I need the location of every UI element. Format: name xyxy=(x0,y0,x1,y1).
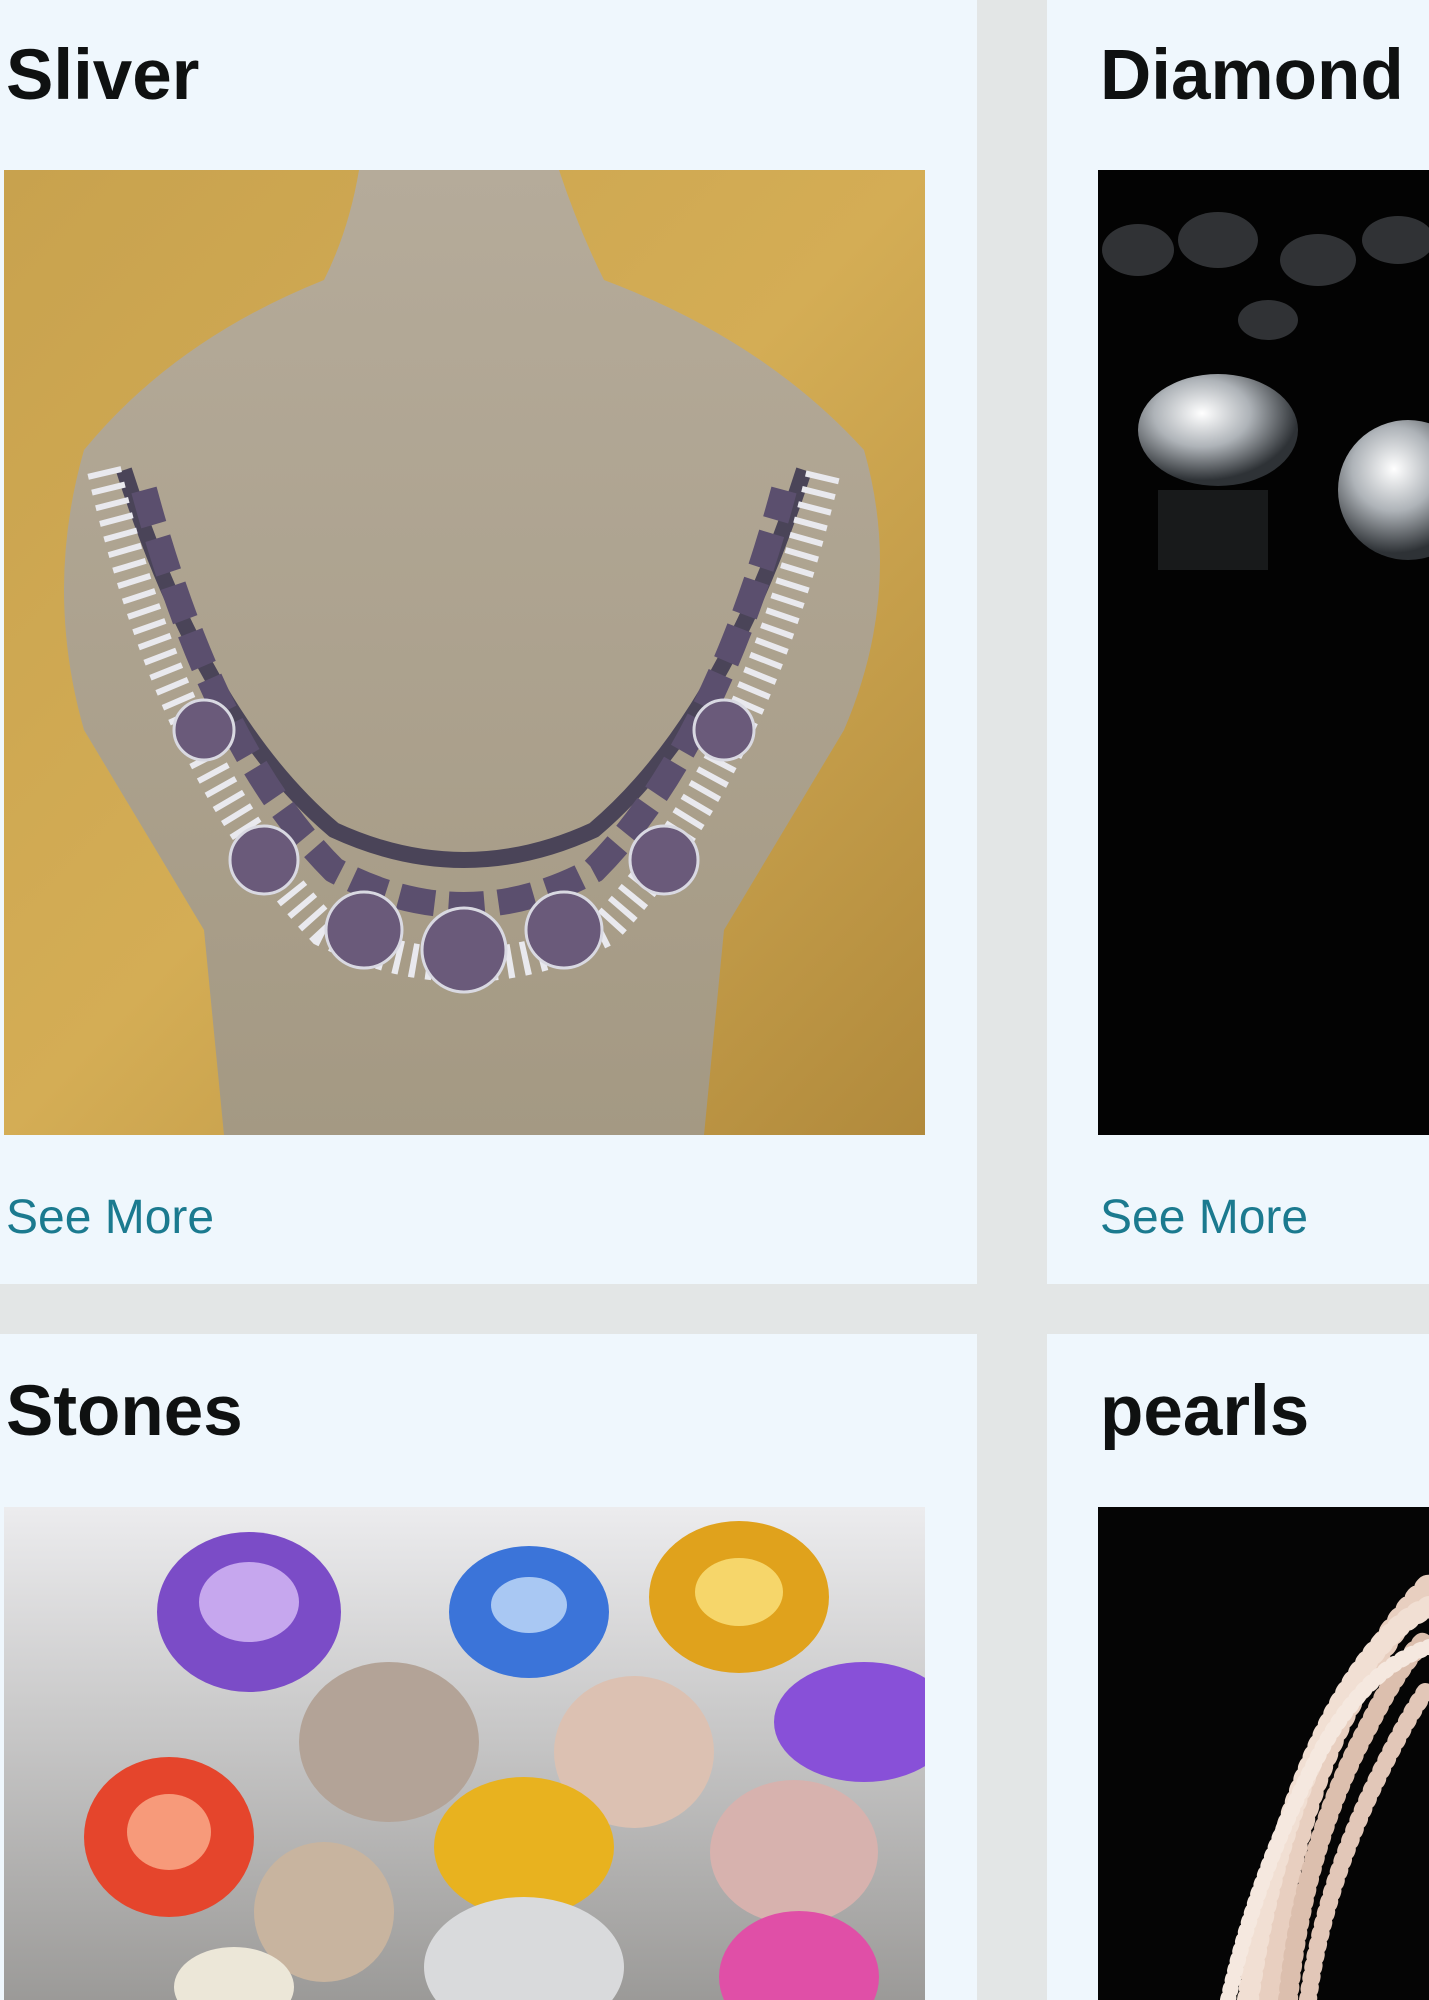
diamonds-image[interactable] xyxy=(1098,170,1429,1135)
gemstones-image[interactable] xyxy=(4,1507,925,2000)
category-card-diamond: Diamond See More xyxy=(1047,0,1429,1284)
silver-necklace-picture xyxy=(4,170,925,1135)
diamonds-picture xyxy=(1098,170,1429,1135)
silver-necklace-image[interactable] xyxy=(4,170,925,1135)
category-card-pearls: pearls xyxy=(1047,1334,1429,2000)
see-more-link[interactable]: See More xyxy=(1100,1190,1308,1245)
card-title: pearls xyxy=(1100,1372,1310,1451)
pearls-picture xyxy=(1098,1507,1429,2000)
see-more-link[interactable]: See More xyxy=(6,1190,214,1245)
category-card-stones: Stones xyxy=(0,1334,977,2000)
gemstones-picture xyxy=(4,1507,925,2000)
pearls-image[interactable] xyxy=(1098,1507,1429,2000)
category-card-silver: Sliver See More xyxy=(0,0,977,1284)
card-title: Diamond xyxy=(1100,36,1404,115)
card-title: Stones xyxy=(6,1372,243,1451)
card-title: Sliver xyxy=(6,36,200,115)
